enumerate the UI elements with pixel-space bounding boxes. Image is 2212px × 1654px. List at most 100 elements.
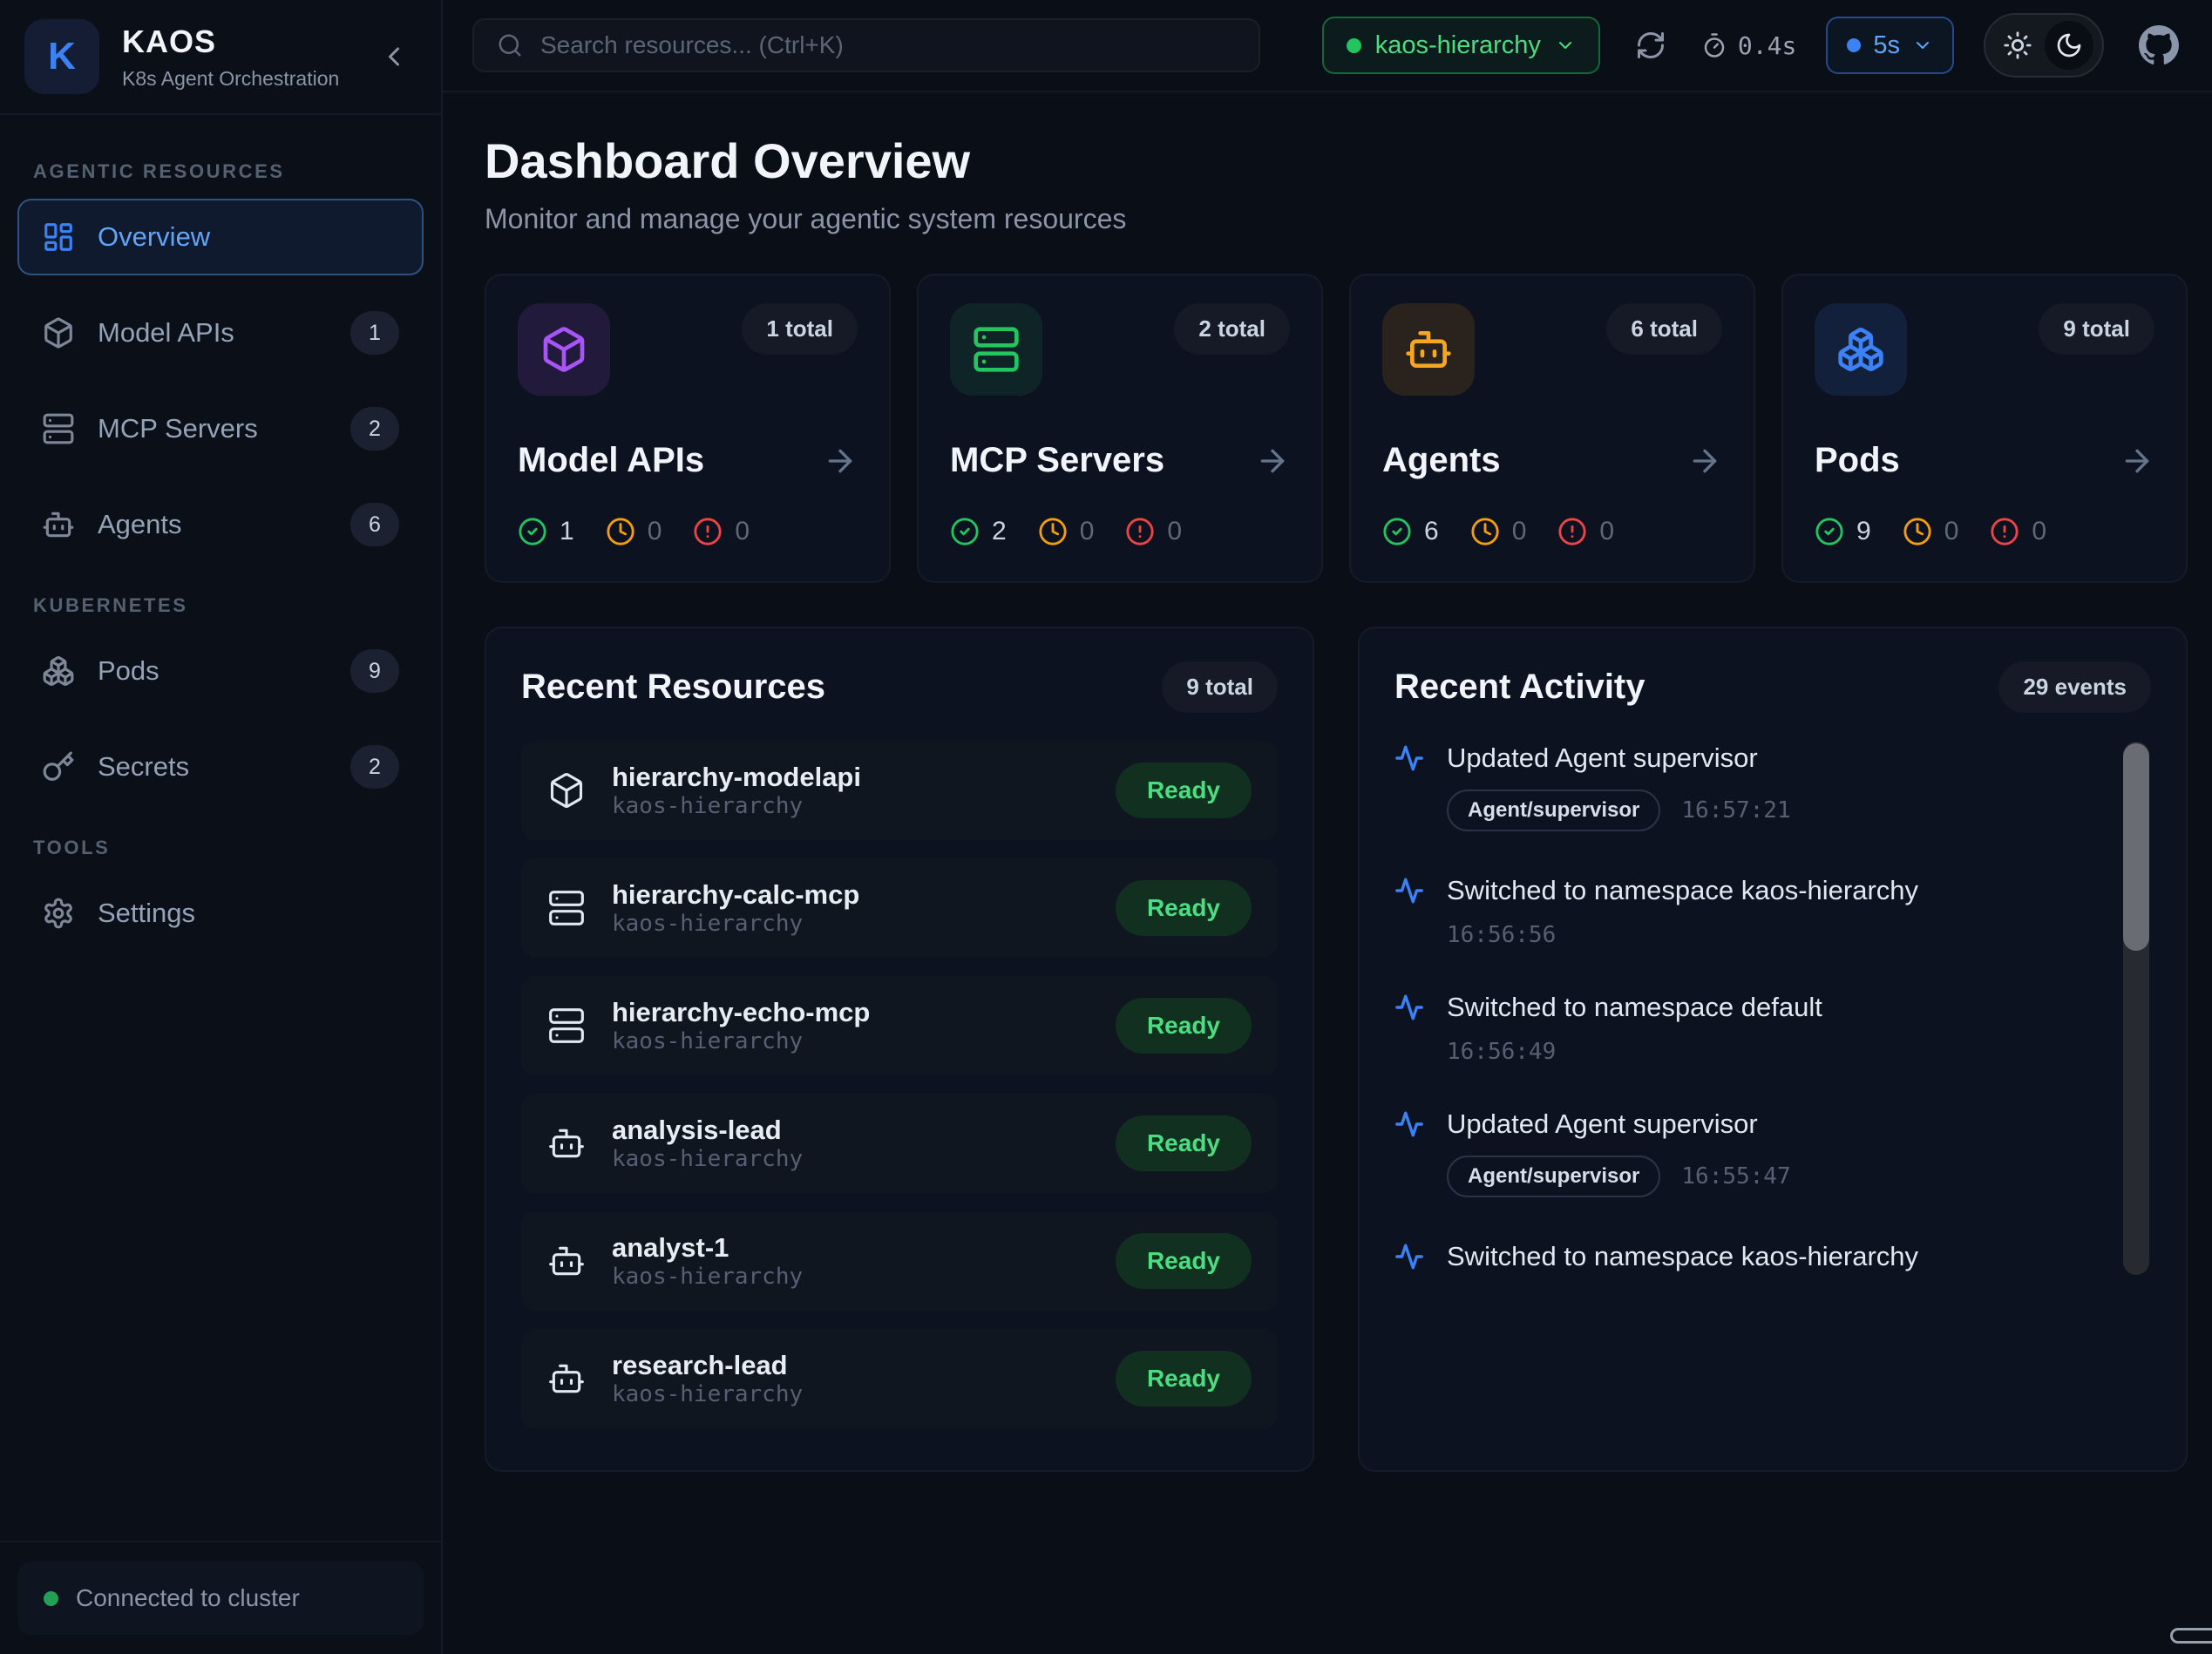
refresh-icon	[1635, 30, 1666, 61]
arrow-right-icon[interactable]	[1255, 444, 1290, 478]
activity-item: Updated Agent supervisor Agent/superviso…	[1394, 1108, 2081, 1197]
activity-item: Switched to namespace kaos-hierarchy	[1394, 1241, 2081, 1272]
app-subtitle: K8s Agent Orchestration	[122, 67, 349, 91]
namespace-selector[interactable]: kaos-hierarchy	[1322, 17, 1600, 74]
bot-icon	[42, 508, 75, 541]
failed-count: 0	[735, 517, 750, 546]
sidebar-item-settings[interactable]: Settings	[17, 875, 424, 952]
activity-scrollbar-thumb[interactable]	[2123, 743, 2149, 951]
main-content: Dashboard Overview Monitor and manage yo…	[443, 92, 2212, 1654]
resource-name: hierarchy-echo-mcp	[612, 997, 870, 1027]
theme-toggle[interactable]	[1984, 13, 2104, 78]
activity-time: 16:56:49	[1447, 1039, 1556, 1065]
stat-cards: 1 total Model APIs 1 0 0	[485, 274, 2188, 583]
sidebar-item-label: Model APIs	[98, 317, 328, 349]
activity-title: Switched to namespace kaos-hierarchy	[1447, 1241, 1918, 1272]
check-circle-icon	[1815, 517, 1844, 546]
sidebar-item-secrets[interactable]: Secrets 2	[17, 729, 424, 805]
activity-title: Switched to namespace kaos-hierarchy	[1447, 875, 1918, 906]
sidebar-nav: AGENTIC RESOURCES Overview Model APIs 1 …	[0, 115, 441, 1541]
app-title: KAOS	[122, 24, 349, 60]
stat-card-pods[interactable]: 9 total Pods 9 0 0	[1781, 274, 2188, 583]
namespace-value: kaos-hierarchy	[1375, 31, 1541, 60]
status-badge: Ready	[1116, 1233, 1252, 1289]
section-label-kubernetes: KUBERNETES	[33, 594, 408, 617]
ready-count: 9	[1856, 517, 1871, 546]
activity-icon	[1394, 993, 1424, 1022]
alert-circle-icon	[1557, 517, 1587, 546]
sidebar-collapse-button[interactable]	[371, 34, 417, 79]
resource-row[interactable]: hierarchy-calc-mcpkaos-hierarchy Ready	[521, 858, 1278, 958]
sidebar-item-overview[interactable]: Overview	[17, 199, 424, 275]
sidebar-count-badge: 6	[350, 503, 399, 546]
status-badge: Ready	[1116, 763, 1252, 818]
arrow-right-icon[interactable]	[2120, 444, 2154, 478]
activity-time: 16:55:47	[1681, 1163, 1790, 1190]
search-input[interactable]	[540, 31, 1236, 59]
panels: Recent Resources 9 total hierarchy-model…	[485, 627, 2188, 1472]
arrow-right-icon[interactable]	[1687, 444, 1722, 478]
sidebar-item-agents[interactable]: Agents 6	[17, 486, 424, 563]
chevron-left-icon	[378, 41, 410, 72]
sidebar-footer: Connected to cluster	[0, 1541, 441, 1654]
pending-count: 0	[1944, 517, 1959, 546]
chevron-down-icon	[1555, 35, 1576, 56]
resource-namespace: kaos-hierarchy	[612, 1028, 803, 1054]
refresh-button[interactable]	[1630, 24, 1672, 66]
resource-row[interactable]: research-leadkaos-hierarchy Ready	[521, 1329, 1278, 1428]
ready-count: 6	[1424, 517, 1439, 546]
github-link[interactable]	[2139, 25, 2179, 65]
alert-circle-icon	[693, 517, 723, 546]
total-badge: 6 total	[1606, 303, 1722, 355]
key-icon	[42, 750, 75, 783]
alert-circle-icon	[1990, 517, 2019, 546]
cluster-status-text: Connected to cluster	[76, 1584, 300, 1612]
resource-row[interactable]: hierarchy-echo-mcpkaos-hierarchy Ready	[521, 976, 1278, 1075]
stat-card-mcp-servers[interactable]: 2 total MCP Servers 2 0 0	[917, 274, 1323, 583]
activity-icon	[1394, 876, 1424, 905]
failed-count: 0	[1167, 517, 1182, 546]
resource-row[interactable]: hierarchy-modelapikaos-hierarchy Ready	[521, 741, 1278, 840]
resource-row[interactable]: analyst-1kaos-hierarchy Ready	[521, 1211, 1278, 1311]
resource-name: analyst-1	[612, 1232, 729, 1263]
search-icon	[497, 32, 523, 58]
status-badge: Ready	[1116, 998, 1252, 1054]
events-total-badge: 29 events	[1998, 661, 2151, 713]
card-title: MCP Servers	[950, 441, 1164, 480]
resource-namespace: kaos-hierarchy	[612, 1264, 803, 1290]
horizontal-scrollbar-thumb[interactable]	[2170, 1628, 2212, 1644]
resource-row[interactable]: analysis-leadkaos-hierarchy Ready	[521, 1094, 1278, 1193]
activity-title: Switched to namespace default	[1447, 992, 1822, 1023]
timer-icon	[1701, 32, 1727, 58]
refresh-interval-selector[interactable]: 5s	[1826, 17, 1954, 74]
sidebar-count-badge: 9	[350, 649, 399, 693]
arrow-right-icon[interactable]	[823, 444, 858, 478]
search-box[interactable]	[472, 18, 1260, 72]
gear-icon	[42, 897, 75, 930]
clock-icon	[1903, 517, 1932, 546]
stat-card-model-apis[interactable]: 1 total Model APIs 1 0 0	[485, 274, 891, 583]
sidebar-item-label: Secrets	[98, 751, 328, 783]
stat-card-agents[interactable]: 6 total Agents 6 0 0	[1349, 274, 1755, 583]
interval-dot-icon	[1847, 38, 1861, 52]
page-title: Dashboard Overview	[485, 132, 2188, 189]
light-mode-button[interactable]	[2003, 31, 2032, 60]
sidebar-item-pods[interactable]: Pods 9	[17, 633, 424, 709]
dark-mode-button[interactable]	[2045, 21, 2093, 70]
resource-namespace: kaos-hierarchy	[612, 911, 803, 937]
sidebar-item-model-apis[interactable]: Model APIs 1	[17, 295, 424, 371]
panel-title: Recent Resources	[521, 668, 825, 707]
failed-count: 0	[2032, 517, 2046, 546]
sun-icon	[2003, 31, 2032, 60]
activity-scrollbar-track[interactable]	[2123, 742, 2149, 1275]
sidebar-item-label: Overview	[98, 221, 399, 253]
sidebar-item-mcp-servers[interactable]: MCP Servers 2	[17, 390, 424, 467]
sidebar-item-label: Pods	[98, 655, 328, 687]
check-circle-icon	[950, 517, 980, 546]
activity-title: Updated Agent supervisor	[1447, 742, 1758, 774]
resource-name: hierarchy-calc-mcp	[612, 879, 859, 910]
moon-icon	[2055, 31, 2083, 59]
activity-icon	[1394, 1109, 1424, 1139]
activity-time: 16:56:56	[1447, 922, 1556, 948]
namespace-status-dot-icon	[1347, 38, 1361, 53]
